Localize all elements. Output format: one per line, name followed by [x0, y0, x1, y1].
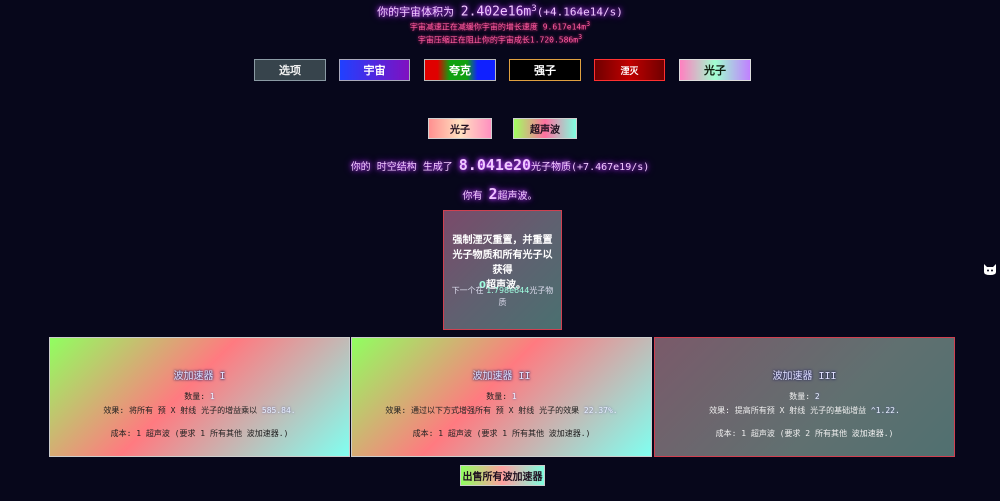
- cat-icon[interactable]: [983, 262, 997, 276]
- upgrade-effect: 效果: 通过以下方式增强所有 预 X 射线 光子的效果 22.37%.: [352, 405, 651, 416]
- have-prefix: 你有: [462, 191, 483, 202]
- slowdown-exponent: 3: [586, 20, 591, 28]
- effect-value: 22.37%.: [583, 406, 618, 415]
- subtab-photons[interactable]: 光子: [428, 118, 492, 139]
- upgrade-amount: 数量: 1: [50, 391, 349, 402]
- generation-suffix: 光子物质(+7.467e19/s): [531, 162, 650, 173]
- have-value: 2: [488, 185, 498, 203]
- volume-value: 2.402e16m: [460, 4, 532, 20]
- effect-value: 585.84.: [261, 406, 296, 415]
- amount-label: 数量:: [486, 392, 508, 401]
- volume-prefix: 你的宇宙体积为: [377, 5, 455, 19]
- compression-exponent: 3: [578, 33, 583, 41]
- upgrade-cost: 成本: 1 超声波 (要求 2 所有其他 波加速器.): [715, 429, 894, 438]
- upgrade-cost: 成本: 1 超声波 (要求 1 所有其他 波加速器.): [110, 429, 289, 438]
- upgrade-cost: 成本: 1 超声波 (要求 1 所有其他 波加速器.): [412, 429, 591, 438]
- tab-annihilation[interactable]: 湮灭: [594, 59, 665, 81]
- ultrasound-count: 你有 2超声波。: [0, 185, 1000, 203]
- amount-label: 数量:: [789, 392, 811, 401]
- slowdown-text: 宇宙减速正在减缓你宇宙的增长速度 9.617e14m: [409, 22, 587, 32]
- sell-all-accelerators-button[interactable]: 出售所有波加速器: [460, 465, 545, 486]
- photon-matter-generation: 你的 时空结构 生成了 8.041e20光子物质(+7.467e19/s): [0, 156, 1000, 174]
- amount-value: 1: [511, 392, 517, 401]
- subtab-ultrasound[interactable]: 超声波: [513, 118, 577, 139]
- amount-value: 1: [209, 392, 215, 401]
- tab-hadron[interactable]: 强子: [509, 59, 581, 81]
- upgrade-title: 波加速器 I: [173, 371, 226, 382]
- amount-label: 数量:: [184, 392, 206, 401]
- reset-next-prefix: 下一个在: [451, 286, 484, 295]
- upgrade-amount: 数量: 2: [655, 391, 954, 402]
- upgrade-amount: 数量: 1: [352, 391, 651, 402]
- slowdown-line: 宇宙减速正在减缓你宇宙的增长速度 9.617e14m3: [0, 20, 1000, 33]
- wave-accelerator-1-card[interactable]: 波加速器 I 数量: 1 效果: 将所有 预 X 射线 光子的增益乘以 585.…: [49, 337, 350, 457]
- wave-accelerator-3-card[interactable]: 波加速器 III 数量: 2 效果: 提高所有预 X 射线 光子的基础增益 ^1…: [654, 337, 955, 457]
- cat-icon-svg: [984, 264, 996, 275]
- upgrade-title: 波加速器 II: [472, 371, 531, 382]
- volume-rate: (+4.164e14/s): [536, 5, 623, 19]
- compression-text: 宇宙压缩正在阻止你的宇宙成长1.720.586m: [417, 35, 579, 45]
- generation-prefix: 你的 时空结构 生成了: [350, 162, 453, 173]
- tab-options[interactable]: 选项: [254, 59, 326, 81]
- reset-next-value: 1.798e644: [486, 286, 530, 295]
- generation-value: 8.041e20: [458, 156, 532, 174]
- tab-quark[interactable]: 夸克: [424, 59, 496, 81]
- upgrade-title: 波加速器 III: [772, 371, 837, 382]
- effect-text: 效果: 通过以下方式增强所有 预 X 射线 光子的效果: [385, 406, 580, 415]
- tab-photon[interactable]: 光子: [679, 59, 751, 81]
- reset-next-text: 下一个在 1.798e644光子物质: [448, 285, 557, 309]
- effect-text: 效果: 将所有 预 X 射线 光子的增益乘以: [103, 406, 258, 415]
- effect-text: 效果: 提高所有预 X 射线 光子的基础增益: [709, 406, 867, 415]
- wave-accelerator-2-card[interactable]: 波加速器 II 数量: 1 效果: 通过以下方式增强所有 预 X 射线 光子的效…: [351, 337, 652, 457]
- upgrade-effect: 效果: 提高所有预 X 射线 光子的基础增益 ^1.22.: [655, 405, 954, 416]
- amount-value: 2: [814, 392, 820, 401]
- page: 你的宇宙体积为 2.402e16m3(+4.164e14/s) 宇宙减速正在减缓…: [0, 0, 1000, 501]
- reset-description: 强制湮灭重置，并重置光子物质和所有光子以获得: [452, 235, 553, 276]
- reset-main-text: 强制湮灭重置，并重置光子物质和所有光子以获得 0超声波。: [448, 233, 557, 293]
- tab-universe[interactable]: 宇宙: [339, 59, 410, 81]
- upgrade-effect: 效果: 将所有 预 X 射线 光子的增益乘以 585.84.: [50, 405, 349, 416]
- ultrasound-reset-button[interactable]: 强制湮灭重置，并重置光子物质和所有光子以获得 0超声波。 下一个在 1.798e…: [443, 210, 562, 330]
- have-suffix: 超声波。: [497, 191, 538, 202]
- compression-line: 宇宙压缩正在阻止你的宇宙成长1.720.586m3: [0, 33, 1000, 46]
- universe-volume-line: 你的宇宙体积为 2.402e16m3(+4.164e14/s): [0, 3, 1000, 20]
- effect-value: ^1.22.: [870, 406, 900, 415]
